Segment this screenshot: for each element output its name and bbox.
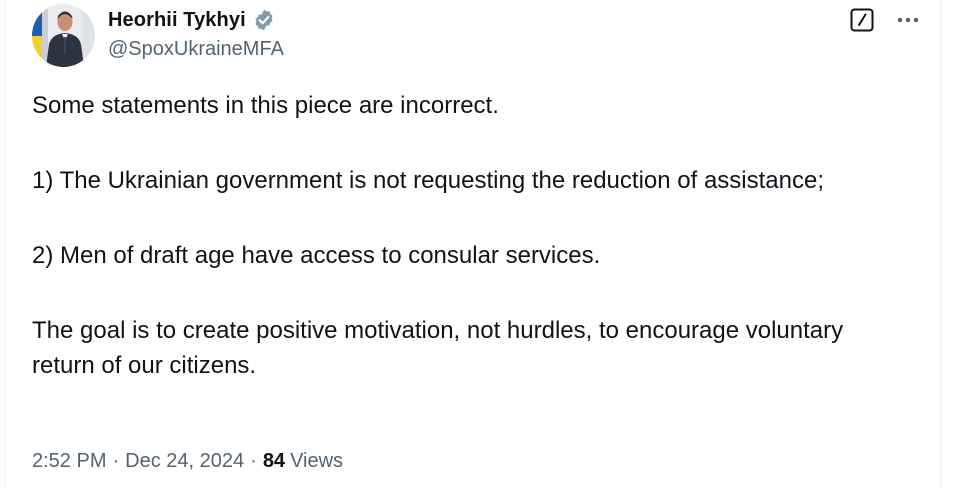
views-label[interactable]: Views (290, 450, 343, 473)
avatar-image (32, 4, 95, 67)
views-count[interactable]: 84 (263, 450, 285, 473)
tweet-paragraph: 2) Men of draft age have access to consu… (32, 242, 601, 269)
meta-separator: · (112, 450, 120, 472)
edit-icon[interactable] (848, 6, 876, 34)
author-name[interactable]: Heorhii Tykhyi (108, 9, 246, 32)
tweet-time[interactable]: 2:52 PM (32, 450, 106, 473)
author-handle[interactable]: @SpoxUkraineMFA (108, 38, 284, 61)
verified-badge-icon[interactable] (252, 8, 276, 32)
tweet-paragraph: 1) The Ukrainian government is not reque… (32, 167, 824, 194)
tweet-paragraph: Some statements in this piece are incorr… (32, 92, 499, 119)
author-name-row: Heorhii Tykhyi (108, 7, 276, 33)
author-avatar[interactable] (32, 4, 95, 67)
tweet-card: Heorhii Tykhyi @SpoxUkraineMFA Some stat… (4, 0, 942, 488)
tweet-text: Some statements in this piece are incorr… (32, 88, 912, 383)
meta-separator: · (250, 450, 257, 472)
tweet-meta: 2:52 PM · Dec 24, 2024 · 84 Views (32, 450, 343, 473)
tweet-date[interactable]: Dec 24, 2024 (125, 450, 244, 473)
more-icon[interactable] (894, 6, 922, 34)
tweet-paragraph: The goal is to create positive motivatio… (32, 317, 850, 379)
